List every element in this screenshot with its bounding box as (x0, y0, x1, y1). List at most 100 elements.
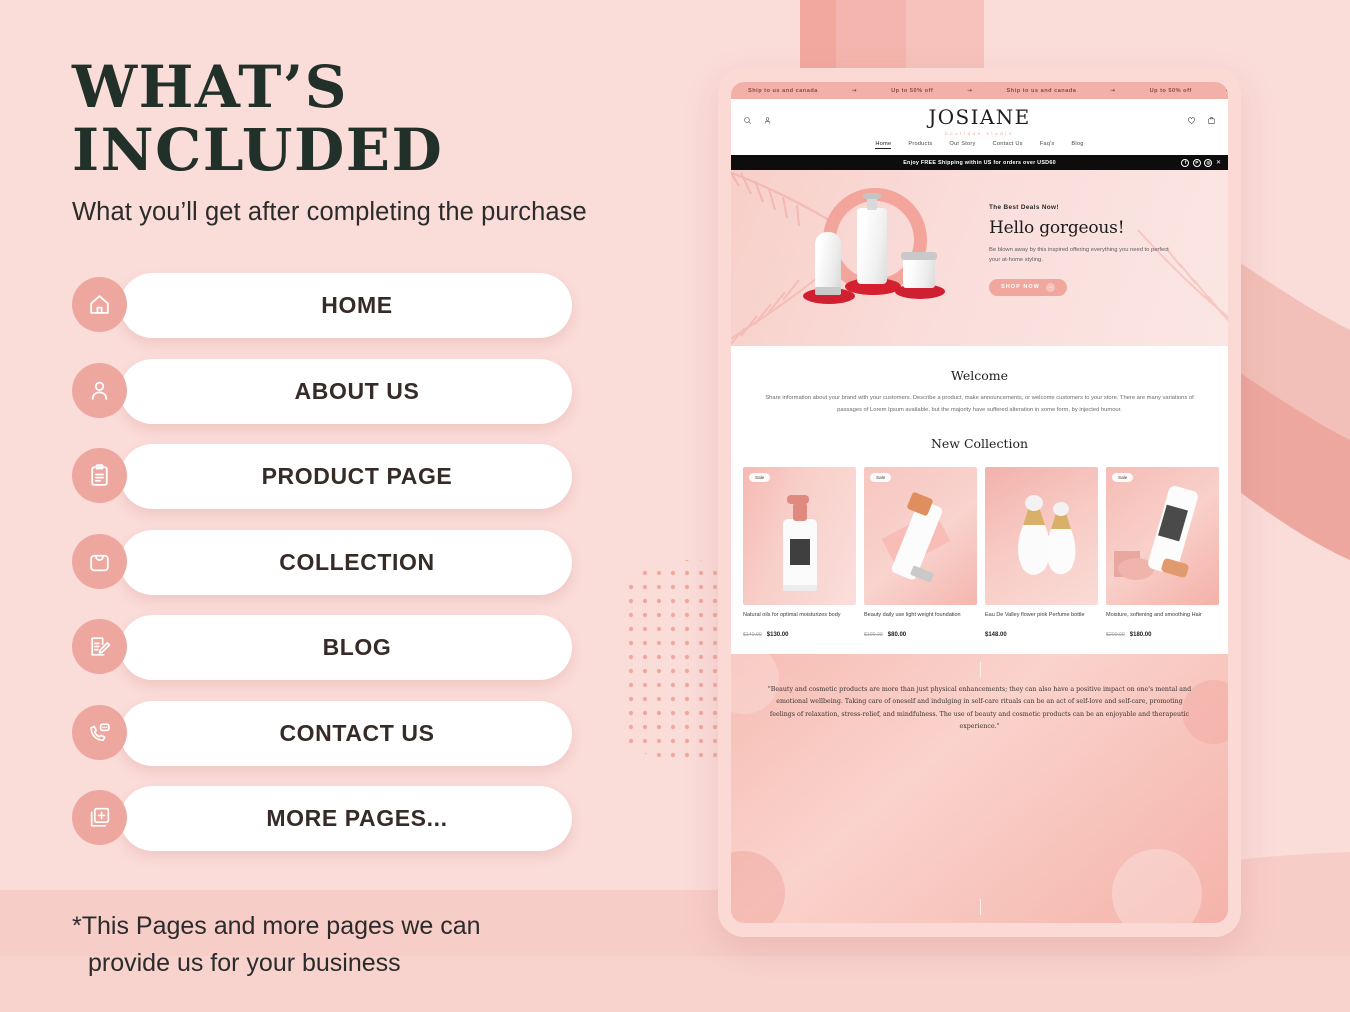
quote-divider-top (979, 662, 981, 679)
footnote: *This Pages and more pages we can provid… (72, 908, 481, 982)
nav-link-faqs[interactable]: Faq's (1040, 141, 1055, 149)
product-price-current: $130.00 (766, 632, 789, 639)
hero-product-jar-lid (901, 252, 937, 260)
announcement-bar: Ship to us and canada ⇢ Up to 50% off ⇢ … (731, 82, 1228, 99)
menu-pill[interactable]: ABOUT US (120, 358, 572, 424)
announcement-item: Ship to us and canada (1006, 87, 1077, 94)
hero-product-bottle-pump (863, 193, 881, 199)
clipboard-icon (72, 448, 127, 504)
hero-product-bottle (857, 208, 887, 284)
hero-title: Hello gorgeous! (989, 218, 1125, 238)
product-image[interactable]: Sale (864, 467, 977, 606)
add-pages-icon (72, 790, 127, 846)
shop-now-label: SHOP NOW (1001, 284, 1040, 291)
menu-pill[interactable]: BLOG (120, 615, 572, 681)
menu-pill[interactable]: MORE PAGES... (120, 786, 572, 852)
menu-item-home[interactable]: HOME (72, 267, 572, 344)
menu-pill[interactable]: PRODUCT PAGE (120, 444, 572, 510)
product-card[interactable]: Eau De Valley flower pink Perfume bottle… (985, 467, 1098, 638)
hero-eyebrow: The Best Deals Now! (989, 204, 1059, 211)
product-card-grid: Sale Natural oils for optimal moisturize… (743, 467, 1219, 638)
product-price-old: $200.00 (1106, 632, 1125, 639)
announcement-item: ⇢ (851, 87, 858, 94)
menu-item-product-page[interactable]: PRODUCT PAGE (72, 438, 572, 515)
product-price: $100.00 $80.00 (864, 632, 977, 638)
site-header: JOSIANE boutique studio Home Products Ou… (731, 99, 1228, 155)
hero-product-bottle-neck (867, 198, 877, 210)
product-price-old: $140.00 (743, 632, 762, 639)
nav-link-home[interactable]: Home (875, 141, 892, 149)
product-card[interactable]: Sale Beauty daily use light weight found… (864, 467, 977, 638)
announcement-item: Ship to us and canada (748, 87, 818, 94)
collection-title: New Collection (930, 436, 1029, 452)
sale-badge: Sale (1112, 473, 1134, 483)
product-image[interactable]: Sale (743, 467, 856, 606)
testimonial-section: "Beauty and cosmetic products are more t… (731, 654, 1228, 923)
nav-link-our-story[interactable]: Our Story (949, 141, 975, 149)
announcement-item: Up to 50% off (1149, 87, 1192, 94)
blob-decoration (731, 851, 785, 923)
testimonial-text: "Beauty and cosmetic products are more t… (767, 686, 1192, 730)
announcement-item: Up to 50% off (891, 87, 934, 94)
welcome-title: Welcome (950, 368, 1008, 383)
site-navigation: Home Products Our Story Contact Us Faq's… (743, 136, 1216, 155)
product-card[interactable]: Sale Moisture, softening and smoothing H… (1106, 467, 1219, 638)
account-icon[interactable] (763, 112, 772, 130)
pinterest-icon[interactable]: P (1192, 158, 1201, 167)
menu-label: PRODUCT PAGE (261, 463, 453, 490)
site-logo[interactable]: JOSIANE boutique studio (928, 107, 1030, 136)
menu-item-about-us[interactable]: ABOUT US (72, 353, 572, 430)
shopping-bag-icon (72, 533, 127, 589)
cart-bag-icon[interactable] (1207, 112, 1216, 130)
top-band-dark (800, 0, 836, 75)
phone-chat-icon (72, 704, 127, 760)
included-pages-menu: HOME ABOUT US PRODUCT PAGE COLLECTION BL… (72, 267, 700, 857)
search-icon[interactable] (743, 112, 752, 130)
person-icon (72, 362, 127, 418)
nav-link-contact-us[interactable]: Contact Us (993, 141, 1023, 149)
instagram-icon[interactable]: ◎ (1204, 158, 1213, 167)
hero-product-tube (815, 232, 841, 290)
menu-item-blog[interactable]: BLOG (72, 609, 572, 686)
facebook-icon[interactable]: f (1181, 158, 1190, 167)
product-title: Moisture, softening and smoothing Hair (1106, 612, 1202, 619)
menu-item-contact-us[interactable]: CONTACT US (72, 695, 572, 772)
announcement-item: ⇢ (1209, 88, 1228, 94)
tablet-device-mockup: Ship to us and canada ⇢ Up to 50% off ⇢ … (718, 68, 1241, 937)
menu-pill[interactable]: HOME (120, 273, 572, 339)
product-image[interactable] (985, 467, 1098, 606)
page-title: WHAT’S INCLUDED (72, 53, 444, 184)
menu-pill[interactable]: COLLECTION (120, 529, 572, 595)
product-price: $148.00 (985, 632, 1098, 638)
menu-item-collection[interactable]: COLLECTION (72, 524, 572, 601)
nav-link-blog[interactable]: Blog (1071, 141, 1083, 149)
nav-link-products[interactable]: Products (908, 141, 932, 149)
shop-now-button[interactable]: SHOP NOW → (989, 278, 1067, 296)
page-subtitle: What you’ll get after completing the pur… (72, 198, 587, 227)
sale-badge: Sale (749, 473, 771, 483)
menu-label: COLLECTION (279, 548, 435, 575)
promo-text: Enjoy FREE Shipping within US for orders… (903, 159, 1056, 166)
header-left-icons (743, 112, 803, 130)
promo-bar: Enjoy FREE Shipping within US for orders… (731, 155, 1228, 170)
menu-item-more-pages[interactable]: MORE PAGES... (72, 780, 572, 857)
hero-copy: The Best Deals Now! Hello gorgeous! Be b… (989, 204, 1194, 296)
new-collection-section: New Collection Sale Natural oils for opt… (731, 434, 1228, 655)
wishlist-heart-icon[interactable] (1187, 112, 1196, 130)
logo-tagline: boutique studio (945, 130, 1014, 136)
product-price-current: $80.00 (887, 632, 907, 639)
promo-social-icons: f P ◎ ✕ (1181, 158, 1221, 167)
top-band-mid (836, 0, 906, 75)
quote-divider-bottom (979, 899, 981, 915)
product-image[interactable]: Sale (1106, 467, 1219, 606)
left-content-panel: WHAT’S INCLUDED What you’ll get after co… (0, 0, 700, 1012)
close-icon[interactable]: ✕ (1216, 159, 1221, 166)
welcome-section: Welcome Share information about your bra… (731, 346, 1228, 435)
product-card[interactable]: Sale Natural oils for optimal moisturize… (743, 467, 856, 638)
website-preview-screen: Ship to us and canada ⇢ Up to 50% off ⇢ … (731, 82, 1228, 923)
menu-pill[interactable]: CONTACT US (120, 700, 572, 766)
welcome-body: Share information about your brand with … (765, 395, 1194, 413)
menu-label: BLOG (322, 634, 392, 661)
hero-banner: The Best Deals Now! Hello gorgeous! Be b… (731, 170, 1228, 346)
menu-label: HOME (321, 292, 393, 319)
